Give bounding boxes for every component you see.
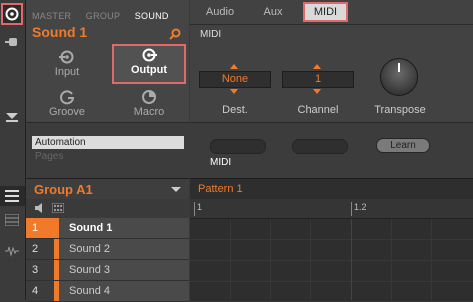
group-header: Group A1: [26, 178, 189, 200]
input-icon: [59, 50, 74, 64]
sound-color-bar: [54, 260, 59, 280]
pattern-grid[interactable]: [190, 219, 473, 300]
groove-button[interactable]: Groove: [30, 86, 104, 124]
sound-name: Sound 2: [69, 243, 110, 255]
divider: [190, 24, 473, 25]
tab-sound[interactable]: SOUND: [135, 11, 169, 21]
ruler-mark-1: [194, 202, 195, 216]
dest-up-arrow[interactable]: [230, 64, 238, 69]
channel-field[interactable]: 1: [282, 71, 354, 88]
tab-midi[interactable]: MIDI: [303, 2, 348, 22]
group-title[interactable]: Group A1: [34, 182, 93, 197]
channel-up-arrow[interactable]: [313, 64, 321, 69]
gear-icon: [5, 7, 19, 21]
sound-color-bar: [54, 281, 59, 301]
transpose-label: Transpose: [374, 104, 426, 116]
left-view-column: [0, 178, 26, 300]
list-item-pages[interactable]: Pages: [35, 151, 63, 162]
dest-field[interactable]: None: [199, 71, 271, 88]
sound-row-2[interactable]: 2 Sound 2: [26, 239, 189, 260]
view-grid-button[interactable]: [4, 213, 21, 227]
timeline-ruler[interactable]: 1 1.2: [190, 199, 473, 219]
arrow-down-icon: [6, 113, 18, 122]
sound-num: 1: [26, 218, 54, 238]
waveform-button[interactable]: [5, 244, 21, 258]
sound-color-bar: [54, 239, 59, 259]
groove-label: Groove: [48, 106, 86, 118]
left-icon-column: [0, 0, 26, 178]
view-list-button[interactable]: [0, 186, 25, 206]
tab-aux[interactable]: Aux: [256, 3, 290, 21]
sound-color-bar: [54, 218, 59, 238]
midi-page-label: MIDI: [210, 157, 232, 168]
output-label: Output: [130, 64, 168, 76]
sound-row-4[interactable]: 4 Sound 4: [26, 281, 189, 302]
sound-name: Sound 3: [69, 264, 110, 276]
sound-name: Sound 1: [69, 222, 113, 234]
ruler-mark-2: [351, 202, 352, 216]
search-icon: [169, 28, 181, 40]
input-button[interactable]: Input: [30, 46, 104, 84]
midi-panel: Audio Aux MIDI MIDI None Dest. 1 Channel…: [190, 0, 473, 122]
macro-button[interactable]: Macro: [112, 86, 186, 124]
dest-label: Dest.: [222, 104, 248, 116]
ruler-label-2: 1.2: [354, 202, 367, 212]
groove-icon: [60, 90, 75, 105]
sound-name: Sound 4: [69, 285, 110, 297]
learn-label: Learn: [390, 140, 416, 151]
sound-row-3[interactable]: 3 Sound 3: [26, 260, 189, 281]
knob-indicator: [398, 63, 400, 72]
pattern-title[interactable]: Pattern 1: [198, 183, 243, 195]
output-icon: [142, 48, 157, 62]
chevron-down-icon[interactable]: [171, 187, 181, 192]
macro-label: Macro: [133, 106, 165, 118]
page-pill-1[interactable]: [210, 139, 266, 154]
midi-page-strip: Learn MIDI: [190, 122, 473, 179]
list-icon: [5, 190, 19, 202]
page-pill-2[interactable]: [292, 139, 348, 154]
search-button[interactable]: [169, 27, 181, 40]
sound-num: 4: [26, 281, 54, 301]
tab-master[interactable]: MASTER: [32, 11, 71, 21]
waveform-icon: [5, 246, 19, 257]
sound-panel: MASTER GROUP SOUND Sound 1 Input Output …: [26, 0, 189, 122]
page-list-panel: Automation Pages: [26, 122, 189, 179]
ruler-label-1: 1: [197, 202, 203, 212]
sound-num: 3: [26, 260, 54, 280]
channel-down-arrow[interactable]: [313, 89, 321, 94]
list-item-automation[interactable]: Automation: [32, 136, 184, 149]
sound-num: 2: [26, 239, 54, 259]
level-tabs: MASTER GROUP SOUND: [32, 6, 169, 24]
channel-label: Channel: [297, 104, 339, 116]
learn-button[interactable]: Learn: [376, 138, 430, 153]
dest-down-arrow[interactable]: [230, 89, 238, 94]
macro-icon: [142, 90, 156, 104]
tab-audio[interactable]: Audio: [200, 3, 240, 21]
group-toolbar: [26, 199, 189, 218]
transpose-knob[interactable]: [380, 58, 418, 96]
sound-title: Sound 1: [32, 24, 88, 40]
speaker-icon[interactable]: [35, 203, 45, 213]
plug-button[interactable]: [5, 35, 21, 49]
collapse-arrow-button[interactable]: [6, 110, 20, 122]
sound-row-1[interactable]: 1 Sound 1: [26, 218, 189, 239]
input-label: Input: [54, 66, 80, 78]
output-button[interactable]: Output: [112, 44, 186, 84]
tab-group[interactable]: GROUP: [86, 11, 121, 21]
plug-icon: [5, 38, 17, 46]
keyboard-icon[interactable]: [52, 203, 64, 213]
plugin-settings-button[interactable]: [1, 3, 23, 25]
grid-icon: [4, 213, 20, 227]
section-title: MIDI: [200, 29, 222, 40]
